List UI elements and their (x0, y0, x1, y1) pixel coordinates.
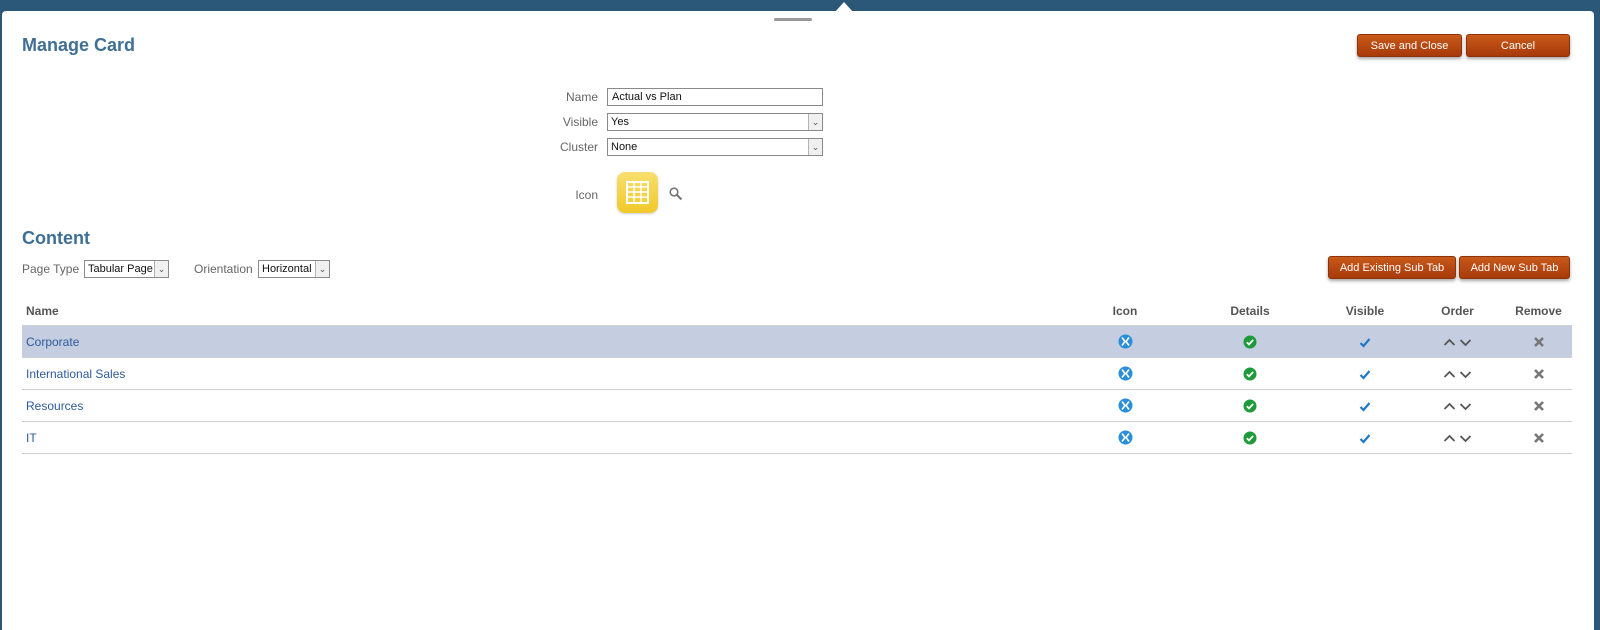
dialog-pointer (835, 2, 853, 12)
close-icon[interactable] (1533, 400, 1545, 412)
page-type-select[interactable]: Tabular Page ⌄ (84, 260, 169, 278)
chevron-down-icon[interactable] (1459, 370, 1472, 379)
row-remove-cell (1505, 325, 1572, 358)
checkmark-icon[interactable] (1359, 433, 1371, 444)
column-header-icon: Icon (1070, 297, 1180, 326)
close-icon[interactable] (1533, 432, 1545, 444)
visible-label: Visible (562, 115, 598, 129)
row-remove-cell (1505, 421, 1572, 454)
chevron-up-icon[interactable] (1443, 434, 1456, 443)
content-heading: Content (22, 228, 90, 248)
chevron-down-icon: ⌄ (154, 261, 168, 277)
row-name-link[interactable]: International Sales (22, 357, 1070, 390)
table-grid-icon (626, 181, 649, 204)
cluster-label: Cluster (559, 140, 598, 154)
column-header-details: Details (1180, 297, 1320, 326)
row-details-cell (1180, 357, 1320, 390)
chevron-down-icon[interactable] (1459, 434, 1472, 443)
row-details-cell (1180, 389, 1320, 422)
chevron-down-icon: ⌄ (808, 114, 822, 130)
table-row[interactable]: Resources (22, 389, 1572, 422)
globe-icon[interactable] (1118, 430, 1133, 445)
chevron-down-icon: ⌄ (315, 261, 329, 277)
check-circle-icon[interactable] (1243, 367, 1257, 381)
card-icon-preview[interactable] (617, 172, 658, 213)
cluster-select-value: None (611, 141, 638, 153)
row-visible-cell (1320, 325, 1410, 358)
cluster-select[interactable]: None ⌄ (607, 138, 823, 156)
close-icon[interactable] (1533, 368, 1545, 380)
visible-select[interactable]: Yes ⌄ (607, 113, 823, 131)
search-icon[interactable] (669, 187, 683, 201)
row-details-cell (1180, 325, 1320, 358)
row-remove-cell (1505, 389, 1572, 422)
row-visible-cell (1320, 357, 1410, 390)
row-order-cell (1410, 389, 1505, 422)
chevron-down-icon[interactable] (1459, 338, 1472, 347)
row-order-cell (1410, 421, 1505, 454)
row-details-cell (1180, 421, 1320, 454)
column-header-visible: Visible (1320, 297, 1410, 326)
add-existing-sub-tab-button[interactable]: Add Existing Sub Tab (1328, 256, 1456, 279)
orientation-value: Horizontal (262, 263, 312, 275)
visible-select-value: Yes (611, 116, 629, 128)
dialog-title: Manage Card (22, 35, 136, 55)
orientation-select[interactable]: Horizontal ⌄ (258, 260, 330, 278)
row-order-cell (1410, 357, 1505, 390)
chevron-up-icon[interactable] (1443, 402, 1456, 411)
page-type-label: Page Type (22, 262, 80, 276)
checkmark-icon[interactable] (1359, 401, 1371, 412)
row-name-link[interactable]: IT (22, 421, 1070, 454)
row-remove-cell (1505, 357, 1572, 390)
checkmark-icon[interactable] (1359, 369, 1371, 380)
save-and-close-button[interactable]: Save and Close (1357, 34, 1462, 57)
table-header-row: Name Icon Details Visible Order Remove (22, 297, 1572, 326)
row-icon-cell (1070, 389, 1180, 422)
name-label: Name (565, 90, 598, 104)
close-icon[interactable] (1533, 336, 1545, 348)
row-icon-cell (1070, 357, 1180, 390)
globe-icon[interactable] (1118, 366, 1133, 381)
orientation-label: Orientation (194, 262, 253, 276)
check-circle-icon[interactable] (1243, 335, 1257, 349)
column-header-remove: Remove (1505, 297, 1572, 326)
column-header-order: Order (1410, 297, 1505, 326)
chevron-down-icon[interactable] (1459, 402, 1472, 411)
chevron-down-icon: ⌄ (808, 139, 822, 155)
row-order-cell (1410, 325, 1505, 358)
row-name-link[interactable]: Resources (22, 389, 1070, 422)
table-row[interactable]: Corporate (22, 325, 1572, 358)
cancel-button[interactable]: Cancel (1466, 34, 1570, 57)
checkmark-icon[interactable] (1359, 337, 1371, 348)
row-icon-cell (1070, 325, 1180, 358)
sub-tabs-table: Name Icon Details Visible Order Remove C… (22, 297, 1572, 454)
row-icon-cell (1070, 421, 1180, 454)
row-name-link[interactable]: Corporate (22, 325, 1070, 358)
column-header-name: Name (22, 297, 1070, 326)
check-circle-icon[interactable] (1243, 431, 1257, 445)
check-circle-icon[interactable] (1243, 399, 1257, 413)
globe-icon[interactable] (1118, 334, 1133, 349)
drag-handle[interactable] (774, 18, 812, 21)
row-visible-cell (1320, 389, 1410, 422)
table-row[interactable]: International Sales (22, 357, 1572, 390)
chevron-up-icon[interactable] (1443, 370, 1456, 379)
row-visible-cell (1320, 421, 1410, 454)
manage-card-dialog: Manage Card Save and Close Cancel Name A… (2, 11, 1594, 630)
globe-icon[interactable] (1118, 398, 1133, 413)
chevron-up-icon[interactable] (1443, 338, 1456, 347)
icon-label: Icon (575, 188, 598, 202)
page-type-value: Tabular Page (88, 263, 153, 275)
name-input[interactable]: Actual vs Plan (607, 88, 823, 106)
add-new-sub-tab-button[interactable]: Add New Sub Tab (1459, 256, 1570, 279)
table-row[interactable]: IT (22, 421, 1572, 454)
